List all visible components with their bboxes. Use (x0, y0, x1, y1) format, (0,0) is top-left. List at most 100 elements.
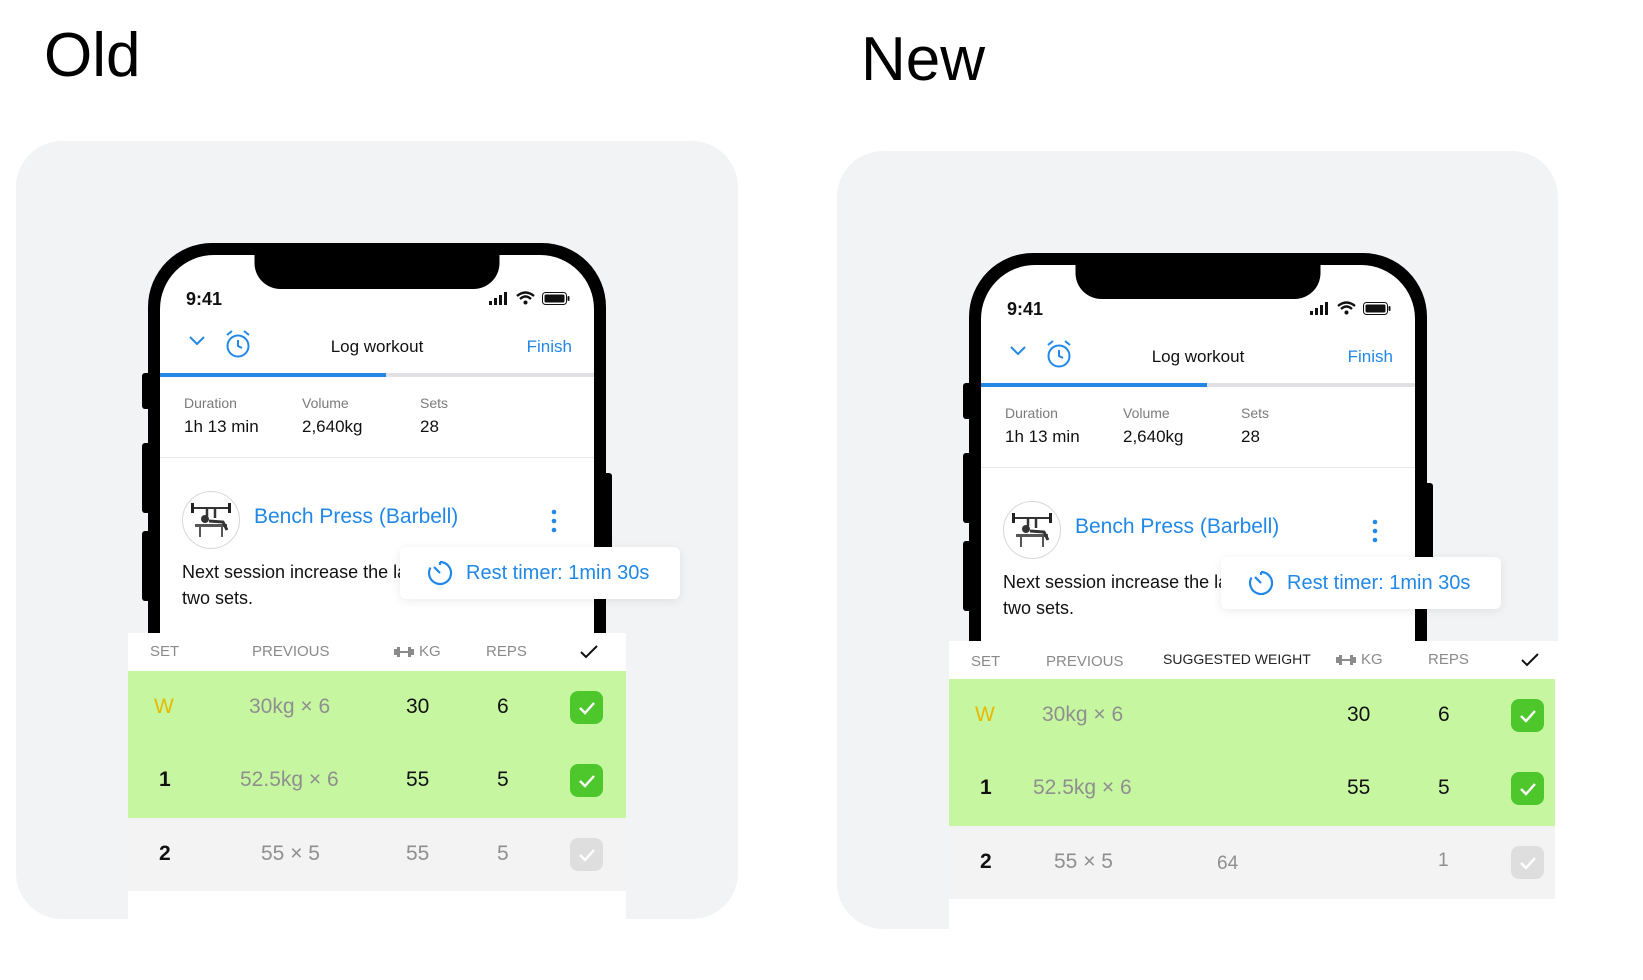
suggested-weight-value[interactable]: 64 (1217, 853, 1238, 875)
rest-timer-text: Rest timer: 1min 30s (466, 561, 650, 584)
check-icon (578, 701, 595, 715)
kg-value[interactable]: 30 (1347, 703, 1370, 727)
signal-icon (1310, 301, 1328, 315)
new-stat-duration: Duration 1h 13 min (1005, 405, 1080, 447)
check-icon (578, 848, 595, 862)
stat-value: 2,640kg (1123, 427, 1184, 446)
col-kg: KG (1361, 651, 1383, 668)
set-complete-checkbox[interactable] (1511, 846, 1544, 879)
previous-value[interactable]: 55 × 5 (261, 842, 320, 866)
col-suggested-weight: SUGGESTED WEIGHT (1163, 651, 1311, 667)
set-complete-checkbox[interactable] (570, 838, 603, 871)
dumbbell-icon (394, 647, 414, 657)
stat-value: 28 (420, 417, 439, 436)
stat-value: 1h 13 min (184, 417, 259, 436)
set-number[interactable]: 1 (980, 776, 992, 800)
col-set: SET (150, 643, 180, 660)
table-row: 2 55 × 5 64 1 (949, 826, 1555, 899)
set-complete-checkbox[interactable] (570, 691, 603, 724)
table-row: 1 52.5kg × 6 55 5 (128, 744, 626, 818)
new-phone-volume-down (963, 541, 973, 611)
timer-icon (1248, 570, 1274, 596)
stat-value: 28 (1241, 427, 1260, 446)
kg-value[interactable]: 55 (1347, 776, 1370, 800)
more-vertical-icon[interactable] (550, 509, 558, 533)
checkmark-header-icon (580, 645, 598, 659)
new-finish-button[interactable]: Finish (1348, 347, 1393, 367)
reps-value[interactable]: 5 (497, 842, 509, 866)
new-stat-sets: Sets 28 (1241, 405, 1269, 447)
previous-value[interactable]: 30kg × 6 (249, 695, 330, 719)
set-complete-checkbox[interactable] (1511, 772, 1544, 805)
old-heading: Old (44, 21, 141, 90)
col-set: SET (971, 653, 1001, 670)
set-number[interactable]: 2 (159, 842, 171, 866)
new-table-header: SET PREVIOUS SUGGESTED WEIGHT KG REPS (949, 641, 1558, 679)
stat-label: Sets (420, 395, 449, 411)
new-rest-timer-toast[interactable]: Rest timer: 1min 30s (1221, 557, 1501, 609)
new-stat-volume: Volume 2,640kg (1123, 405, 1184, 447)
reps-value[interactable]: 6 (1438, 703, 1450, 727)
old-status-time: 9:41 (186, 289, 223, 309)
set-number[interactable]: W (154, 695, 174, 719)
bench-press-icon (191, 503, 231, 537)
stat-label: Sets (1241, 405, 1270, 421)
kg-value[interactable]: 30 (406, 695, 429, 719)
old-phone-silent-switch (142, 373, 152, 409)
old-stat-volume: Volume 2,640kg (302, 395, 363, 437)
kg-value[interactable]: 55 (406, 768, 429, 792)
stat-value: 1h 13 min (1005, 427, 1080, 446)
set-number[interactable]: 2 (980, 850, 992, 874)
table-row: 1 52.5kg × 6 55 5 (949, 752, 1555, 826)
check-icon (1519, 856, 1536, 870)
rest-timer-text: Rest timer: 1min 30s (1287, 571, 1471, 594)
stat-label: Duration (184, 395, 237, 411)
new-heading: New (861, 25, 986, 94)
col-previous: PREVIOUS (252, 643, 330, 660)
old-exercise-name[interactable]: Bench Press (Barbell) (254, 505, 458, 529)
set-complete-checkbox[interactable] (1511, 699, 1544, 732)
new-stats: Duration 1h 13 min Volume 2,640kg Sets 28 (981, 387, 1415, 468)
reps-value[interactable]: 6 (497, 695, 509, 719)
new-panel: 9:41 Log workout Finish Duration 1h 13 mi… (837, 151, 1558, 929)
previous-value[interactable]: 55 × 5 (1054, 850, 1113, 874)
previous-value[interactable]: 52.5kg × 6 (240, 768, 339, 792)
set-number[interactable]: W (975, 703, 995, 727)
new-notch (1075, 265, 1321, 299)
wifi-icon (1337, 301, 1356, 315)
new-exercise-note: Next session increase the last two sets. (1003, 572, 1243, 618)
set-number[interactable]: 1 (159, 768, 171, 792)
old-phone-volume-down (142, 531, 152, 601)
stat-label: Volume (302, 395, 349, 411)
old-status-icons (489, 291, 570, 305)
col-kg: KG (419, 643, 441, 660)
stat-value: 2,640kg (302, 417, 363, 436)
previous-value[interactable]: 52.5kg × 6 (1033, 776, 1132, 800)
old-exercise-thumbnail (182, 491, 240, 549)
reps-value[interactable]: 5 (1438, 776, 1450, 800)
old-finish-button[interactable]: Finish (527, 337, 572, 357)
old-rest-timer-toast[interactable]: Rest timer: 1min 30s (400, 547, 680, 599)
old-exercise-note: Next session increase the last two sets. (182, 562, 422, 608)
battery-icon (542, 291, 570, 305)
table-row: W 30kg × 6 30 6 (128, 671, 626, 744)
new-phone-volume-up (963, 453, 973, 523)
old-notch (254, 255, 500, 289)
set-complete-checkbox[interactable] (570, 764, 603, 797)
checkmark-header-icon (1521, 653, 1539, 667)
reps-value[interactable]: 5 (497, 768, 509, 792)
table-row: W 30kg × 6 30 6 (949, 679, 1555, 752)
more-vertical-icon[interactable] (1371, 519, 1379, 543)
battery-icon (1363, 301, 1391, 315)
stat-label: Volume (1123, 405, 1170, 421)
check-icon (1519, 782, 1536, 796)
new-exercise-name[interactable]: Bench Press (Barbell) (1075, 515, 1279, 539)
old-table-header: SET PREVIOUS KG REPS (128, 633, 626, 671)
new-exercise-thumbnail (1003, 501, 1061, 559)
reps-value[interactable]: 1 (1438, 850, 1449, 872)
old-nav-bar: Log workout Finish (160, 327, 594, 375)
old-stats: Duration 1h 13 min Volume 2,640kg Sets 28 (160, 377, 594, 458)
dumbbell-icon (1336, 655, 1356, 665)
kg-value[interactable]: 55 (406, 842, 429, 866)
previous-value[interactable]: 30kg × 6 (1042, 703, 1123, 727)
